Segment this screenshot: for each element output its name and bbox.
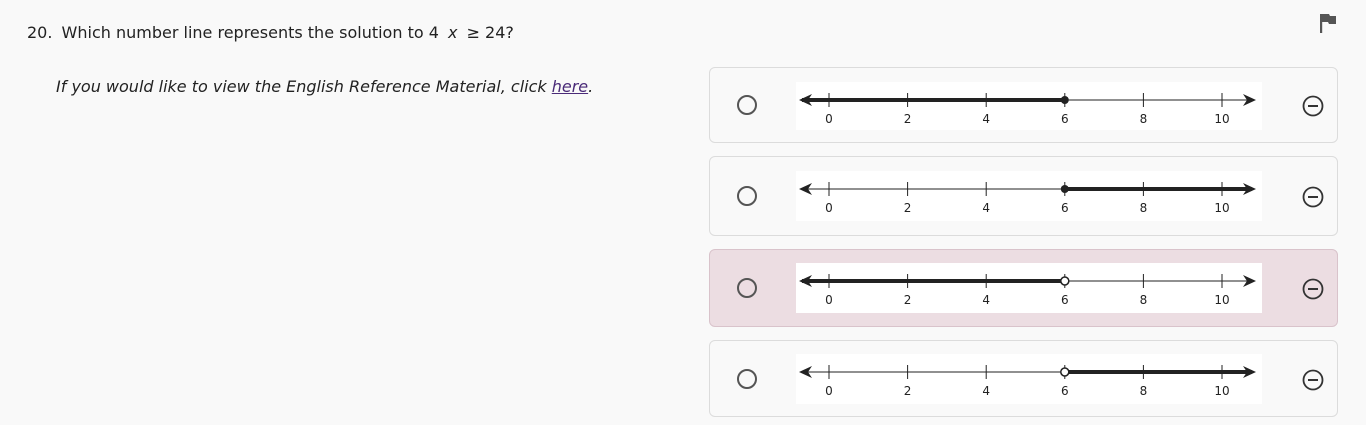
number-line: 0 2 4 6 8 10 [796,354,1262,404]
number-line-graphic: 0 2 4 6 8 10 [799,182,1256,215]
radio-icon[interactable] [737,278,757,298]
tick-label: 6 [1061,384,1069,398]
question-variable: x [448,23,458,42]
tick-label: 8 [1140,384,1148,398]
tick-label: 10 [1214,293,1229,307]
tick-label: 8 [1140,112,1148,126]
tick-label: 4 [982,384,990,398]
number-line: 0 2 4 6 8 10 [796,82,1262,130]
open-endpoint [1060,367,1070,377]
closed-endpoint [1060,185,1069,193]
tick-label: 6 [1061,293,1069,307]
number-line-graphic: 0 2 4 6 8 10 [799,365,1256,398]
tick-label: 2 [904,384,912,398]
question-inequality: ≥ 24? [466,23,514,42]
tick-label: 8 [1140,293,1148,307]
radio-icon[interactable] [737,95,757,115]
tick-label: 0 [825,293,833,307]
tick-label: 0 [825,112,833,126]
number-line-graphic: 0 2 4 6 8 10 [799,93,1256,126]
question-stem: Which number line represents the solutio… [61,23,439,42]
tick-label: 4 [982,293,990,307]
tick-label: 6 [1061,201,1069,215]
tick-label: 4 [982,112,990,126]
number-line: 0 2 4 6 8 10 [796,263,1262,313]
eliminate-icon[interactable] [1302,95,1324,117]
radio-icon[interactable] [737,186,757,206]
reference-note: If you would like to view the English Re… [56,77,593,96]
tick-label: 10 [1214,112,1229,126]
tick-label: 2 [904,112,912,126]
reference-link[interactable]: here [552,77,588,96]
number-line: 0 2 4 6 8 10 [796,171,1262,221]
number-line-graphic: 0 2 4 6 8 10 [799,274,1256,307]
tick-label: 0 [825,201,833,215]
tick-label: 10 [1214,201,1229,215]
tick-label: 4 [982,201,990,215]
closed-endpoint [1060,96,1069,104]
tick-label: 8 [1140,201,1148,215]
answer-option-4[interactable]: 0 2 4 6 8 10 [709,340,1338,417]
eliminate-icon[interactable] [1302,186,1324,208]
tick-label: 2 [904,293,912,307]
reference-period: . [588,77,594,96]
tick-label: 0 [825,384,833,398]
answer-option-3[interactable]: 0 2 4 6 8 10 [709,249,1338,327]
tick-label: 10 [1214,384,1229,398]
radio-icon[interactable] [737,368,757,389]
answer-option-1[interactable]: 0 2 4 6 8 10 [709,67,1338,143]
open-endpoint [1060,276,1070,286]
tick-label: 2 [904,201,912,215]
answer-option-2[interactable]: 0 2 4 6 8 10 [709,156,1338,236]
question-number: 20. [27,23,53,42]
flag-icon[interactable] [1318,12,1338,34]
tick-label: 6 [1061,112,1069,126]
eliminate-icon[interactable] [1302,278,1324,300]
reference-text: If you would like to view the English Re… [56,77,547,96]
question-text: 20. Which number line represents the sol… [27,23,514,42]
eliminate-icon[interactable] [1302,369,1324,390]
